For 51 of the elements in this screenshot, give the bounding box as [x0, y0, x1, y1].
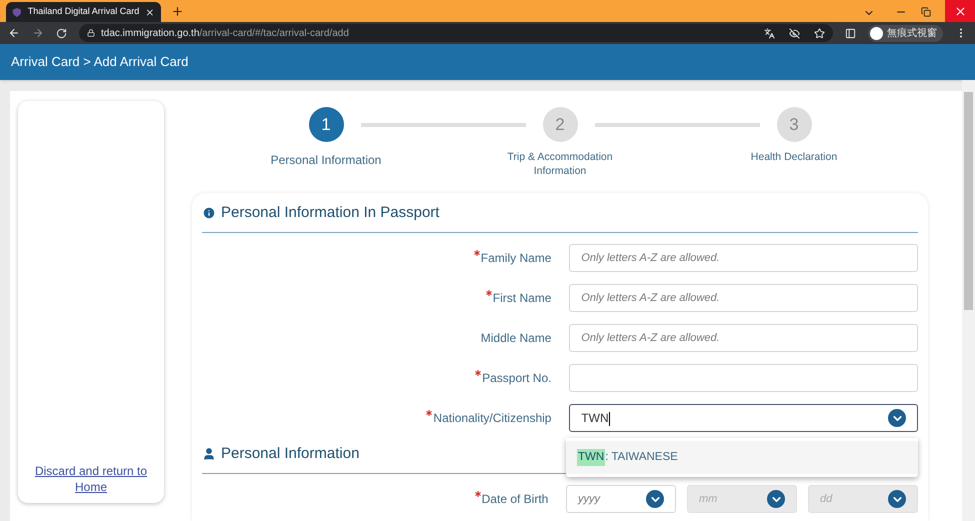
text-field[interactable]: Only letters A-Z are allowed. [569, 324, 918, 352]
url-text: tdac.immigration.go.th/arrival-card/#/tac/arrival-card/add [101, 26, 349, 40]
chevron-down-icon [646, 490, 664, 508]
step-label: Personal Information [270, 152, 382, 169]
forward-icon[interactable] [32, 27, 44, 39]
text-field[interactable]: Only letters A-Z are allowed. [569, 284, 918, 312]
reload-icon[interactable] [56, 28, 67, 38]
translate-icon[interactable] [764, 28, 775, 38]
section-title: Personal Information In Passport [221, 202, 440, 223]
field-label: Family Name [474, 249, 552, 267]
field-label: Nationality/Citizenship [426, 409, 552, 427]
step-label: Trip & Accommodation Information [506, 150, 614, 178]
close-icon [954, 4, 966, 18]
chevron-down-icon [888, 409, 906, 427]
back-icon[interactable] [8, 27, 20, 39]
scrollbar-thumb[interactable] [964, 92, 973, 310]
url-field[interactable]: tdac.immigration.go.th/arrival-card/#/tac/arrival-card/add [79, 24, 833, 42]
section-title: Personal Information [221, 444, 360, 464]
field-label: Date of Birth [474, 490, 548, 508]
browser-tab[interactable]: Thailand Digital Arrival Card [6, 2, 161, 22]
chevron-down-icon [767, 490, 785, 508]
bookmark-star-icon[interactable] [814, 28, 825, 38]
breadcrumb: Arrival Card > Add Arrival Card [11, 53, 188, 72]
lock-icon [87, 29, 95, 37]
new-tab-icon[interactable] [171, 5, 184, 18]
required-icon [426, 410, 432, 416]
field-label: Passport No. [475, 369, 552, 387]
eye-off-icon[interactable] [789, 28, 800, 38]
close-window-button[interactable] [945, 0, 975, 22]
nationality-combobox[interactable]: TWN [569, 404, 918, 432]
shield-icon [12, 6, 22, 18]
close-icon[interactable] [145, 6, 155, 18]
restore-icon[interactable] [921, 7, 931, 17]
required-icon [475, 370, 482, 376]
person-icon [202, 447, 216, 461]
date-select[interactable]: yyyy [566, 485, 676, 513]
chevron-down-icon [888, 490, 906, 508]
text-field[interactable] [569, 364, 918, 392]
profile-chip[interactable]: 無痕式視窗 [868, 24, 943, 42]
side-panel-icon[interactable] [845, 28, 856, 38]
required-icon [474, 250, 480, 256]
discard-link[interactable]: Discard and return to Home [31, 463, 151, 495]
text-field[interactable]: Only letters A-Z are allowed. [569, 244, 918, 272]
required-icon [474, 491, 481, 497]
info-icon [202, 206, 216, 220]
suggestion-option[interactable]: TWN: TAIWANESE [566, 441, 918, 474]
required-icon [486, 290, 492, 296]
field-label: Middle Name [480, 330, 552, 347]
step-label: Health Declaration [750, 150, 838, 164]
field-label: First Name [486, 289, 552, 307]
tab-title: Thailand Digital Arrival Card [28, 5, 140, 18]
